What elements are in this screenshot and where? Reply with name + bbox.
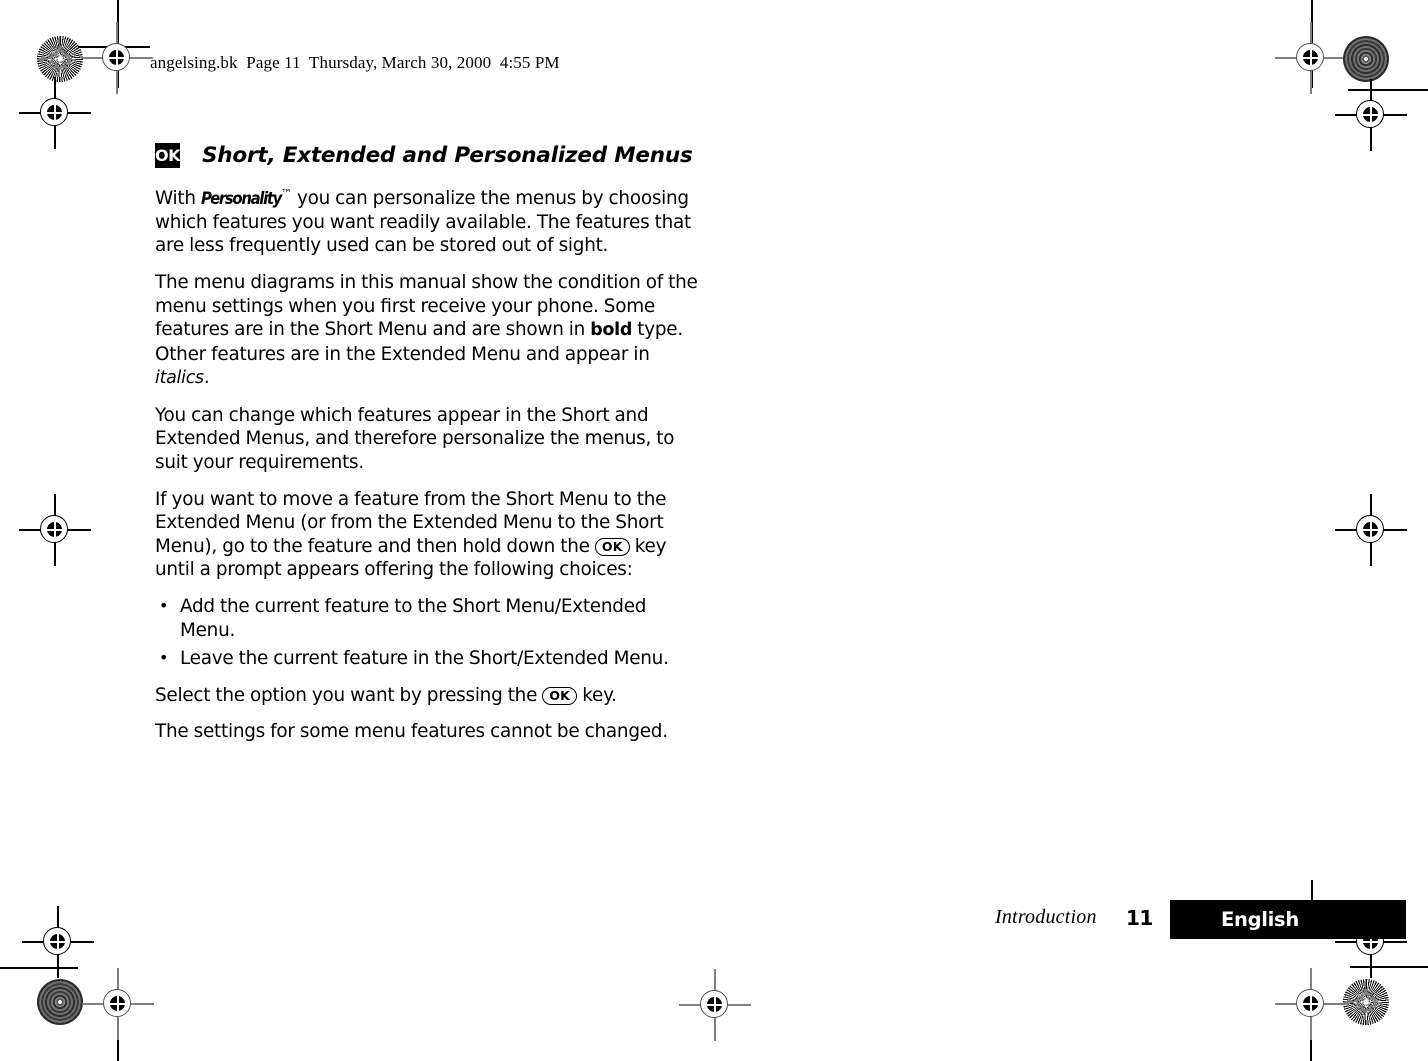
registration-crosshair-mark [679,969,751,1041]
paragraph-move-feature: If you want to move a feature from the S… [155,488,700,582]
paragraph-select-option-part2: key. [577,684,617,706]
crop-trim-line [1311,0,1313,88]
crop-trim-line [1348,89,1428,91]
radial-starburst-target [37,36,83,82]
crop-trim-line [117,985,119,1061]
registration-crosshair-mark [19,77,91,149]
paragraph-intro-lead: With [155,188,201,210]
bold-type-example: bold [590,320,633,341]
crop-trim-line [117,0,119,88]
registration-crosshair-mark [1335,494,1407,566]
paragraph-menu-diagrams: The menu diagrams in this manual show th… [155,271,700,391]
crop-trim-line [78,46,150,48]
concentric-ring-target [1343,36,1389,82]
ok-key-icon: OK [542,686,578,705]
list-item: Leave the current feature in the Short/E… [155,646,700,671]
concentric-ring-target [37,979,83,1025]
registration-crosshair-mark [19,494,91,566]
crop-trim-line [1311,880,1313,902]
crop-trim-line [1310,985,1312,1061]
registration-crosshair-mark [22,906,94,978]
page-title: Short, Extended and Personalized Menus [202,143,693,168]
paragraph-menu-diagrams-part3: . [203,367,210,389]
registration-crosshair-mark [1335,79,1407,151]
page-content: OK Short, Extended and Personalized Menu… [155,143,700,744]
file-slug-line: angelsing.bk Page 11 Thursday, March 30,… [150,53,560,72]
paragraph-select-option-part1: Select the option you want by pressing t… [155,684,543,706]
ok-key-badge-icon: OK [155,143,181,168]
personality-brand-name: Personality [200,189,282,209]
footer-section-name: Introduction [995,906,1097,928]
paragraph-move-feature-part1: If you want to move a feature from the S… [155,488,667,557]
italic-type-example: italics [155,368,204,389]
crop-trim-line [0,967,78,969]
trademark-symbol: ™ [281,187,292,200]
registration-crosshair-mark [1275,968,1347,1040]
paragraph-intro: With Personality™ you can personalize th… [155,182,700,258]
paragraph-change-features: You can change which features appear in … [155,404,675,474]
paragraph-settings-note: The settings for some menu features cann… [155,721,668,743]
paragraph-select-option: Select the option you want by pressing t… [155,684,700,708]
registration-crosshair-mark [82,968,154,1040]
section-heading: OK Short, Extended and Personalized Menu… [155,143,700,168]
list-item: Add the current feature to the Short Men… [155,594,700,642]
footer-language-label: English [1221,908,1299,931]
registration-crosshair-mark [1275,22,1347,94]
radial-starburst-target [1343,979,1389,1025]
crop-trim-line [1350,966,1428,968]
footer-page-number: 11 [1126,906,1153,930]
registration-crosshair-mark [81,22,153,94]
ok-key-icon: OK [594,537,630,556]
choices-list: Add the current feature to the Short Men… [155,594,700,671]
